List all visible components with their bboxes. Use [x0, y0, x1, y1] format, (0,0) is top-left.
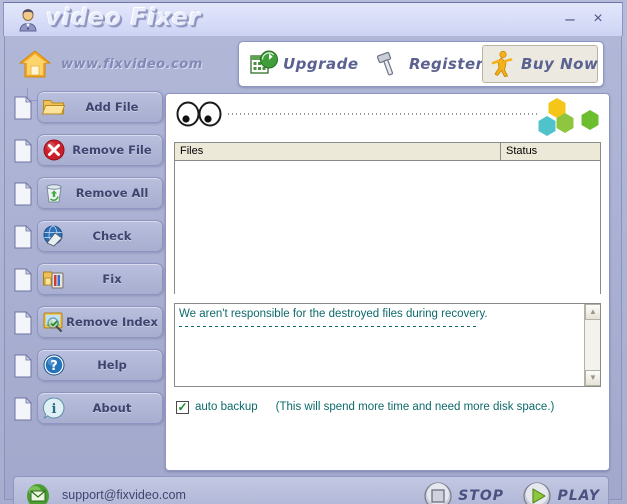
register-label: Register [409, 55, 484, 73]
red-x-circle-icon [42, 138, 66, 162]
stop-icon [423, 481, 453, 504]
support-email[interactable]: support@fixvideo.com [62, 488, 186, 502]
user-avatar-icon [17, 8, 39, 32]
hexagons-decoration [535, 96, 603, 140]
page-icon [13, 397, 33, 421]
file-list-header: Files Status [175, 143, 600, 161]
toolbox-repair-icon [42, 267, 66, 291]
sidebar-item-remove-file[interactable]: Remove File [11, 134, 163, 168]
page-icon [13, 139, 33, 163]
svg-text:?: ? [50, 359, 58, 374]
auto-backup-note: (This will spend more time and need more… [276, 401, 555, 413]
sidebar-label: Fix [66, 272, 162, 286]
check-button[interactable]: Check [37, 220, 163, 252]
sidebar-item-remove-index[interactable]: Remove Index [11, 306, 163, 340]
page-icon [13, 311, 33, 335]
page-icon [13, 96, 33, 120]
toolbar: Upgrade Register Buy [238, 41, 604, 87]
scroll-up-button[interactable]: ▲ [585, 304, 601, 320]
sidebar-item-fix[interactable]: Fix [11, 263, 163, 297]
message-box[interactable]: We aren't responsible for the destroyed … [174, 303, 601, 387]
sidebar-item-remove-all[interactable]: Remove All [11, 177, 163, 211]
buy-now-label: Buy Now [521, 55, 598, 73]
sidebar-label: Add File [66, 100, 162, 114]
sidebar-label: Help [66, 358, 162, 372]
question-mark-icon: ? [42, 353, 66, 377]
check-icon: ✓ [177, 401, 187, 413]
index-magnifier-icon [42, 310, 66, 334]
message-scrollbar[interactable]: ▲ ▼ [584, 304, 600, 386]
page-icon [13, 182, 33, 206]
remove-all-button[interactable]: Remove All [37, 177, 163, 209]
page-icon [13, 354, 33, 378]
play-label: PLAY [557, 488, 600, 504]
message-text: We aren't responsible for the destroyed … [179, 307, 580, 321]
sidebar-label: Remove All [66, 186, 162, 200]
remove-file-button[interactable]: Remove File [37, 134, 163, 166]
message-separator [179, 326, 479, 327]
scroll-down-button[interactable]: ▼ [585, 370, 601, 386]
sidebar-item-help[interactable]: ? Help [11, 349, 163, 383]
file-list[interactable]: Files Status [174, 142, 601, 294]
auto-backup-label: auto backup [195, 401, 258, 413]
upgrade-button[interactable]: Upgrade [245, 45, 365, 83]
upgrade-icon [249, 49, 279, 79]
minimize-button[interactable]: – [560, 9, 580, 29]
svg-text:i: i [52, 402, 57, 417]
column-header-files[interactable]: Files [175, 143, 501, 160]
client-area: www.fixvideo.com [4, 36, 622, 500]
app-window: video Fixer – × www.fixvideo.com [0, 0, 627, 504]
remove-index-button[interactable]: Remove Index [37, 306, 163, 338]
sidebar-label: About [66, 401, 162, 415]
column-header-status[interactable]: Status [501, 143, 600, 160]
sidebar-item-add-file[interactable]: Add File [11, 91, 163, 125]
auto-backup-checkbox[interactable]: ✓ [176, 401, 189, 414]
buy-now-button[interactable]: Buy Now [482, 45, 598, 83]
sidebar-item-check[interactable]: Check [11, 220, 163, 254]
sidebar-label: Remove File [66, 143, 162, 157]
page-icon [13, 268, 33, 292]
file-list-body[interactable] [175, 161, 600, 294]
brand-website: www.fixvideo.com [61, 57, 203, 72]
about-button[interactable]: i About [37, 392, 163, 424]
stop-button[interactable]: STOP [423, 481, 504, 504]
folder-open-icon [42, 95, 66, 119]
eyes-icon [176, 101, 222, 127]
app-title: video Fixer [46, 5, 201, 31]
stop-label: STOP [458, 488, 504, 504]
email-icon [24, 483, 52, 504]
fix-button[interactable]: Fix [37, 263, 163, 295]
add-file-button[interactable]: Add File [37, 91, 163, 123]
upgrade-label: Upgrade [283, 55, 359, 73]
sidebar-label: Remove Index [66, 315, 162, 329]
dotted-divider [228, 113, 538, 115]
info-icon: i [42, 396, 66, 420]
page-icon [13, 225, 33, 249]
close-button[interactable]: × [588, 9, 608, 29]
home-icon [19, 49, 51, 79]
header-strip: www.fixvideo.com [13, 41, 609, 89]
play-button[interactable]: PLAY [522, 481, 600, 504]
sidebar-label: Check [66, 229, 162, 243]
buy-now-icon [487, 49, 517, 79]
register-button[interactable]: Register [371, 45, 477, 83]
auto-backup-row: ✓ auto backup (This will spend more time… [176, 398, 596, 416]
sidebar-item-about[interactable]: i About [11, 392, 163, 426]
help-button[interactable]: ? Help [37, 349, 163, 381]
eyes-strip [166, 94, 609, 142]
title-bar: video Fixer – × [3, 2, 623, 36]
recycle-bin-icon [42, 181, 66, 205]
register-icon [375, 49, 405, 79]
blue-globe-check-icon [42, 224, 66, 248]
play-icon [522, 481, 552, 504]
main-panel: Files Status We aren't responsible for t… [165, 93, 610, 471]
footer-bar: support@fixvideo.com STOP PLAY [13, 476, 609, 504]
sidebar: Add File Remove File [5, 91, 165, 471]
